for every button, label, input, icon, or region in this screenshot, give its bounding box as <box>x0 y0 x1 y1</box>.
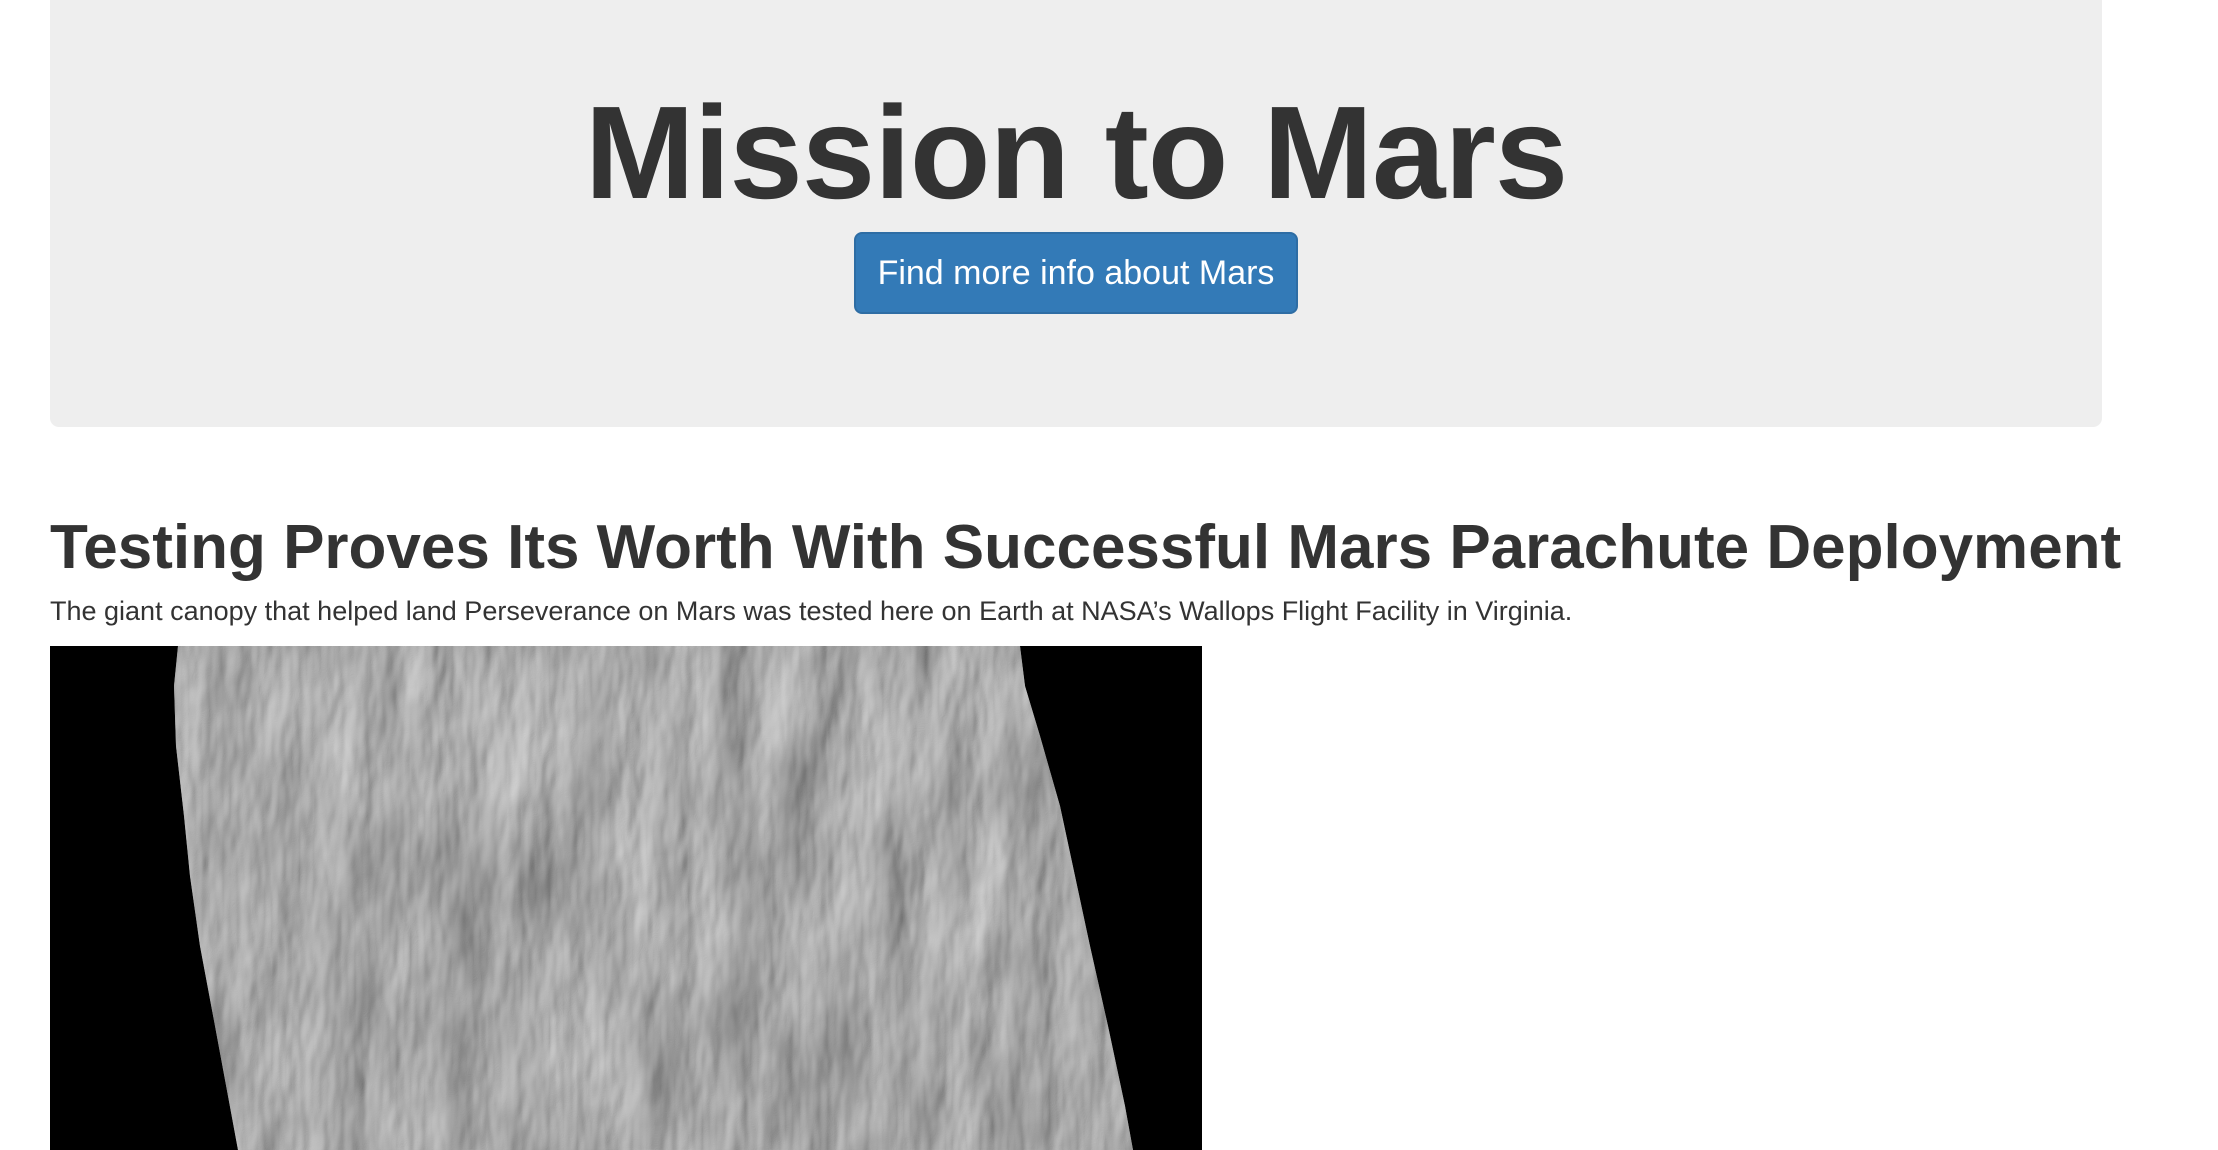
mars-dune-image <box>50 646 1202 1150</box>
page-title: Mission to Mars <box>584 79 1568 226</box>
news-teaser: The giant canopy that helped land Persev… <box>50 596 1573 626</box>
jumbotron: Mission to Mars Find more info about Mar… <box>50 0 2102 427</box>
page: Mission to Mars Find more info about Mar… <box>0 0 2218 1150</box>
find-more-info-button[interactable]: Find more info about Mars <box>854 232 1298 314</box>
featured-mars-image <box>50 646 1202 1150</box>
news-title: Testing Proves Its Worth With Successful… <box>50 513 2122 582</box>
